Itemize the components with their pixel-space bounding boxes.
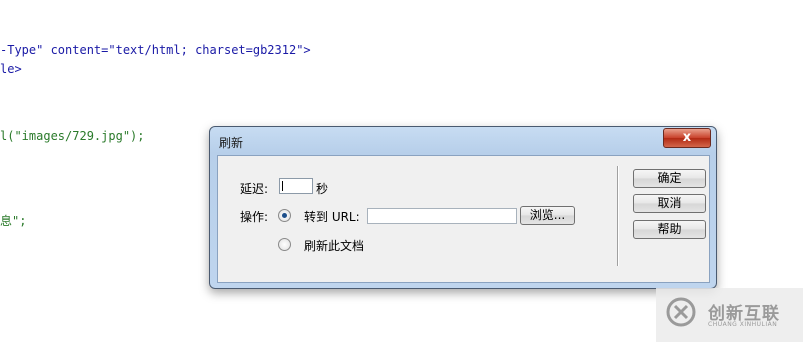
goto-url-radio[interactable]: [278, 209, 291, 222]
vertical-separator: [617, 166, 619, 266]
refresh-dialog: 刷新 x 延迟: 秒 操作: 转到 URL: 浏览... 刷新此文档 确定 取消…: [209, 126, 717, 289]
action-label: 操作:: [240, 210, 269, 224]
dialog-titlebar[interactable]: 刷新 x: [210, 127, 716, 155]
help-button[interactable]: 帮助: [633, 220, 706, 239]
code-line-2: le>: [0, 62, 22, 76]
dialog-content: 延迟: 秒 操作: 转到 URL: 浏览... 刷新此文档 确定 取消 帮助: [217, 155, 710, 283]
refresh-doc-radio[interactable]: [278, 238, 291, 251]
dialog-title: 刷新: [219, 136, 244, 150]
close-button[interactable]: x: [663, 128, 711, 148]
cancel-button[interactable]: 取消: [633, 194, 706, 213]
delay-label: 延迟:: [240, 182, 269, 196]
x-circle-logo-icon: [666, 297, 696, 327]
watermark-subtitle: CHUANG XINHULIAN: [708, 321, 778, 328]
code-line-4: 息";: [0, 214, 27, 228]
seconds-label: 秒: [316, 182, 329, 196]
refresh-doc-label[interactable]: 刷新此文档: [304, 237, 364, 254]
url-input[interactable]: [367, 208, 517, 224]
watermark: 创新互联 CHUANG XINHULIAN: [656, 288, 803, 342]
delay-input[interactable]: [279, 178, 313, 194]
text-caret: [282, 181, 283, 191]
code-line-1: -Type" content="text/html; charset=gb231…: [0, 43, 311, 57]
close-icon: x: [682, 130, 692, 145]
browse-button[interactable]: 浏览...: [520, 206, 575, 225]
code-line-3: l("images/729.jpg");: [0, 129, 145, 143]
goto-url-label[interactable]: 转到 URL:: [304, 208, 360, 225]
ok-button[interactable]: 确定: [633, 169, 706, 188]
